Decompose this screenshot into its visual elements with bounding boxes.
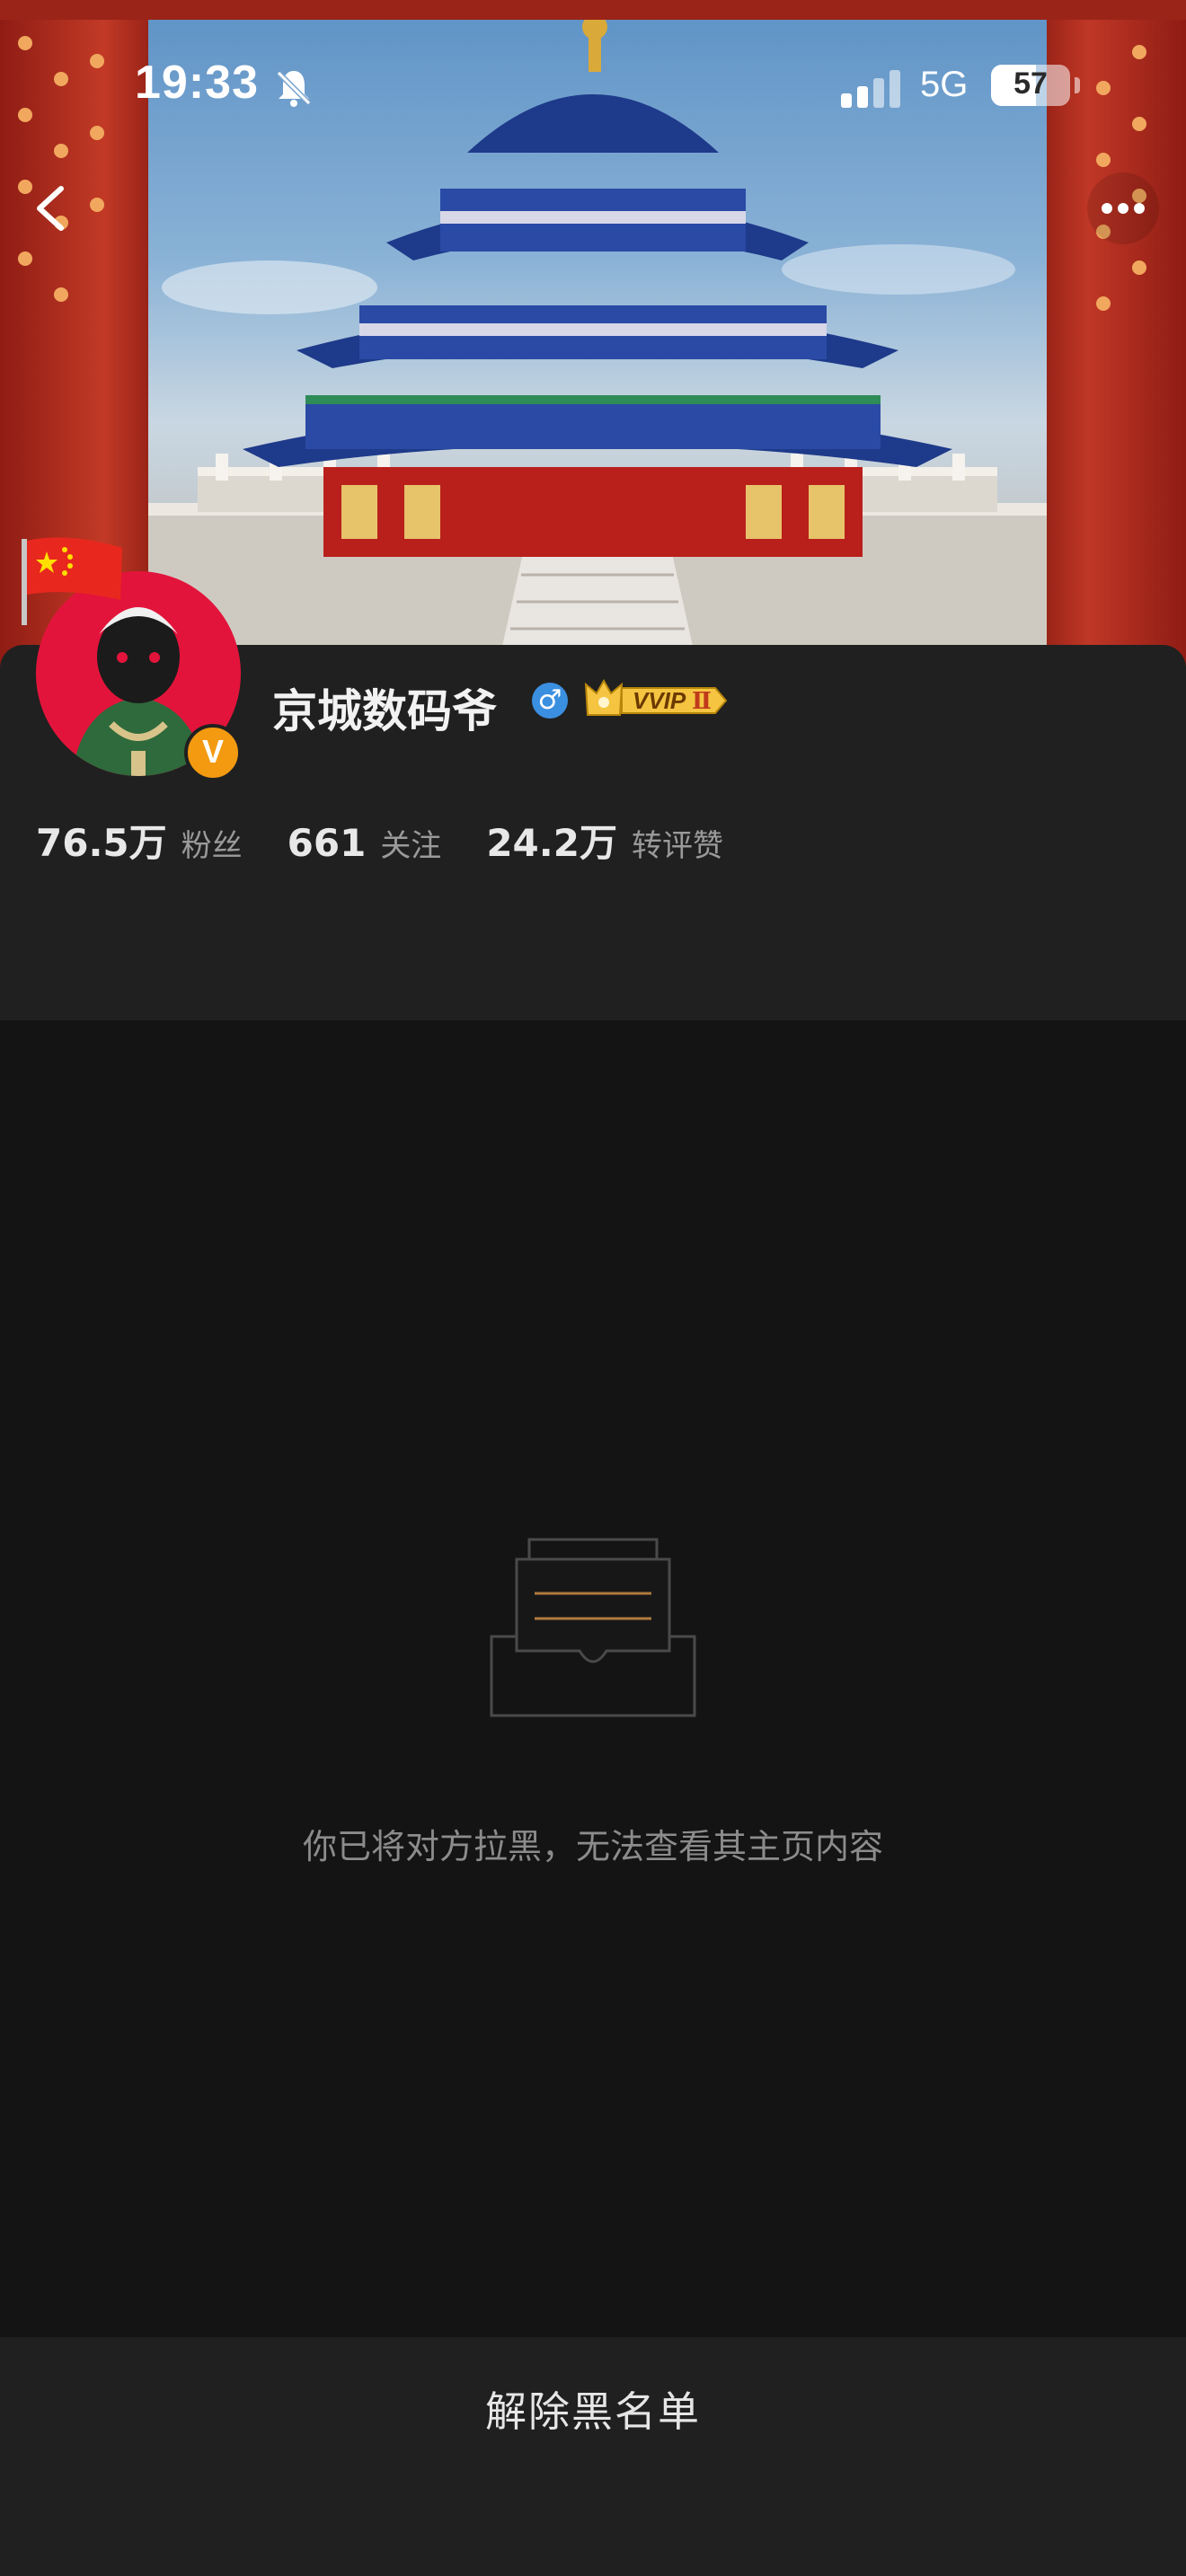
verified-badge: V <box>184 724 242 781</box>
stat-followers-label: 粉丝 <box>181 828 243 864</box>
profile-name: 京城数码爷 <box>272 685 497 737</box>
network-type: 5G <box>920 65 969 104</box>
china-flag-icon <box>22 537 122 625</box>
back-button[interactable] <box>18 172 90 244</box>
status-bar: 19:33 5G 57 <box>0 0 1186 171</box>
stat-interactions-label: 转评赞 <box>631 828 723 864</box>
stat-interactions-value: 24.2万 <box>486 821 617 865</box>
stat-followers[interactable]: 76.5万 粉丝 <box>36 813 243 868</box>
stat-following-label: 关注 <box>380 828 442 864</box>
back-arrow-icon <box>37 186 64 231</box>
vvip-badge[interactable]: VVIP Ⅱ <box>582 675 728 722</box>
vvip-label: VVIP <box>633 687 686 714</box>
stat-following-value: 661 <box>287 821 367 865</box>
inbox-tray-icon <box>490 1538 696 1717</box>
stat-interactions[interactable]: 24.2万 转评赞 <box>486 813 723 868</box>
more-options-button[interactable] <box>1087 172 1159 244</box>
stat-following[interactable]: 661 关注 <box>288 821 442 865</box>
profile-stats: 76.5万 粉丝 661 关注 24.2万 转评赞 <box>36 813 768 867</box>
stat-followers-value: 76.5万 <box>36 821 167 865</box>
battery-icon: 57 <box>991 65 1070 106</box>
bottom-action-bar: 解除黑名单 <box>0 2337 1186 2576</box>
status-time: 19:33 <box>135 57 259 109</box>
more-dots-icon <box>1102 203 1145 214</box>
signal-icon <box>841 70 900 108</box>
gender-male-icon: ♂ <box>532 683 568 719</box>
vvip-level: Ⅱ <box>692 688 712 715</box>
bell-muted-icon <box>276 70 312 107</box>
battery-percent: 57 <box>1013 66 1048 101</box>
unblock-button[interactable]: 解除黑名单 <box>0 2337 1186 2481</box>
avatar-container[interactable]: V <box>20 535 253 787</box>
blocked-message: 你已将对方拉黑，无法查看其主页内容 <box>302 1827 883 1866</box>
battery-cap <box>1075 77 1080 93</box>
